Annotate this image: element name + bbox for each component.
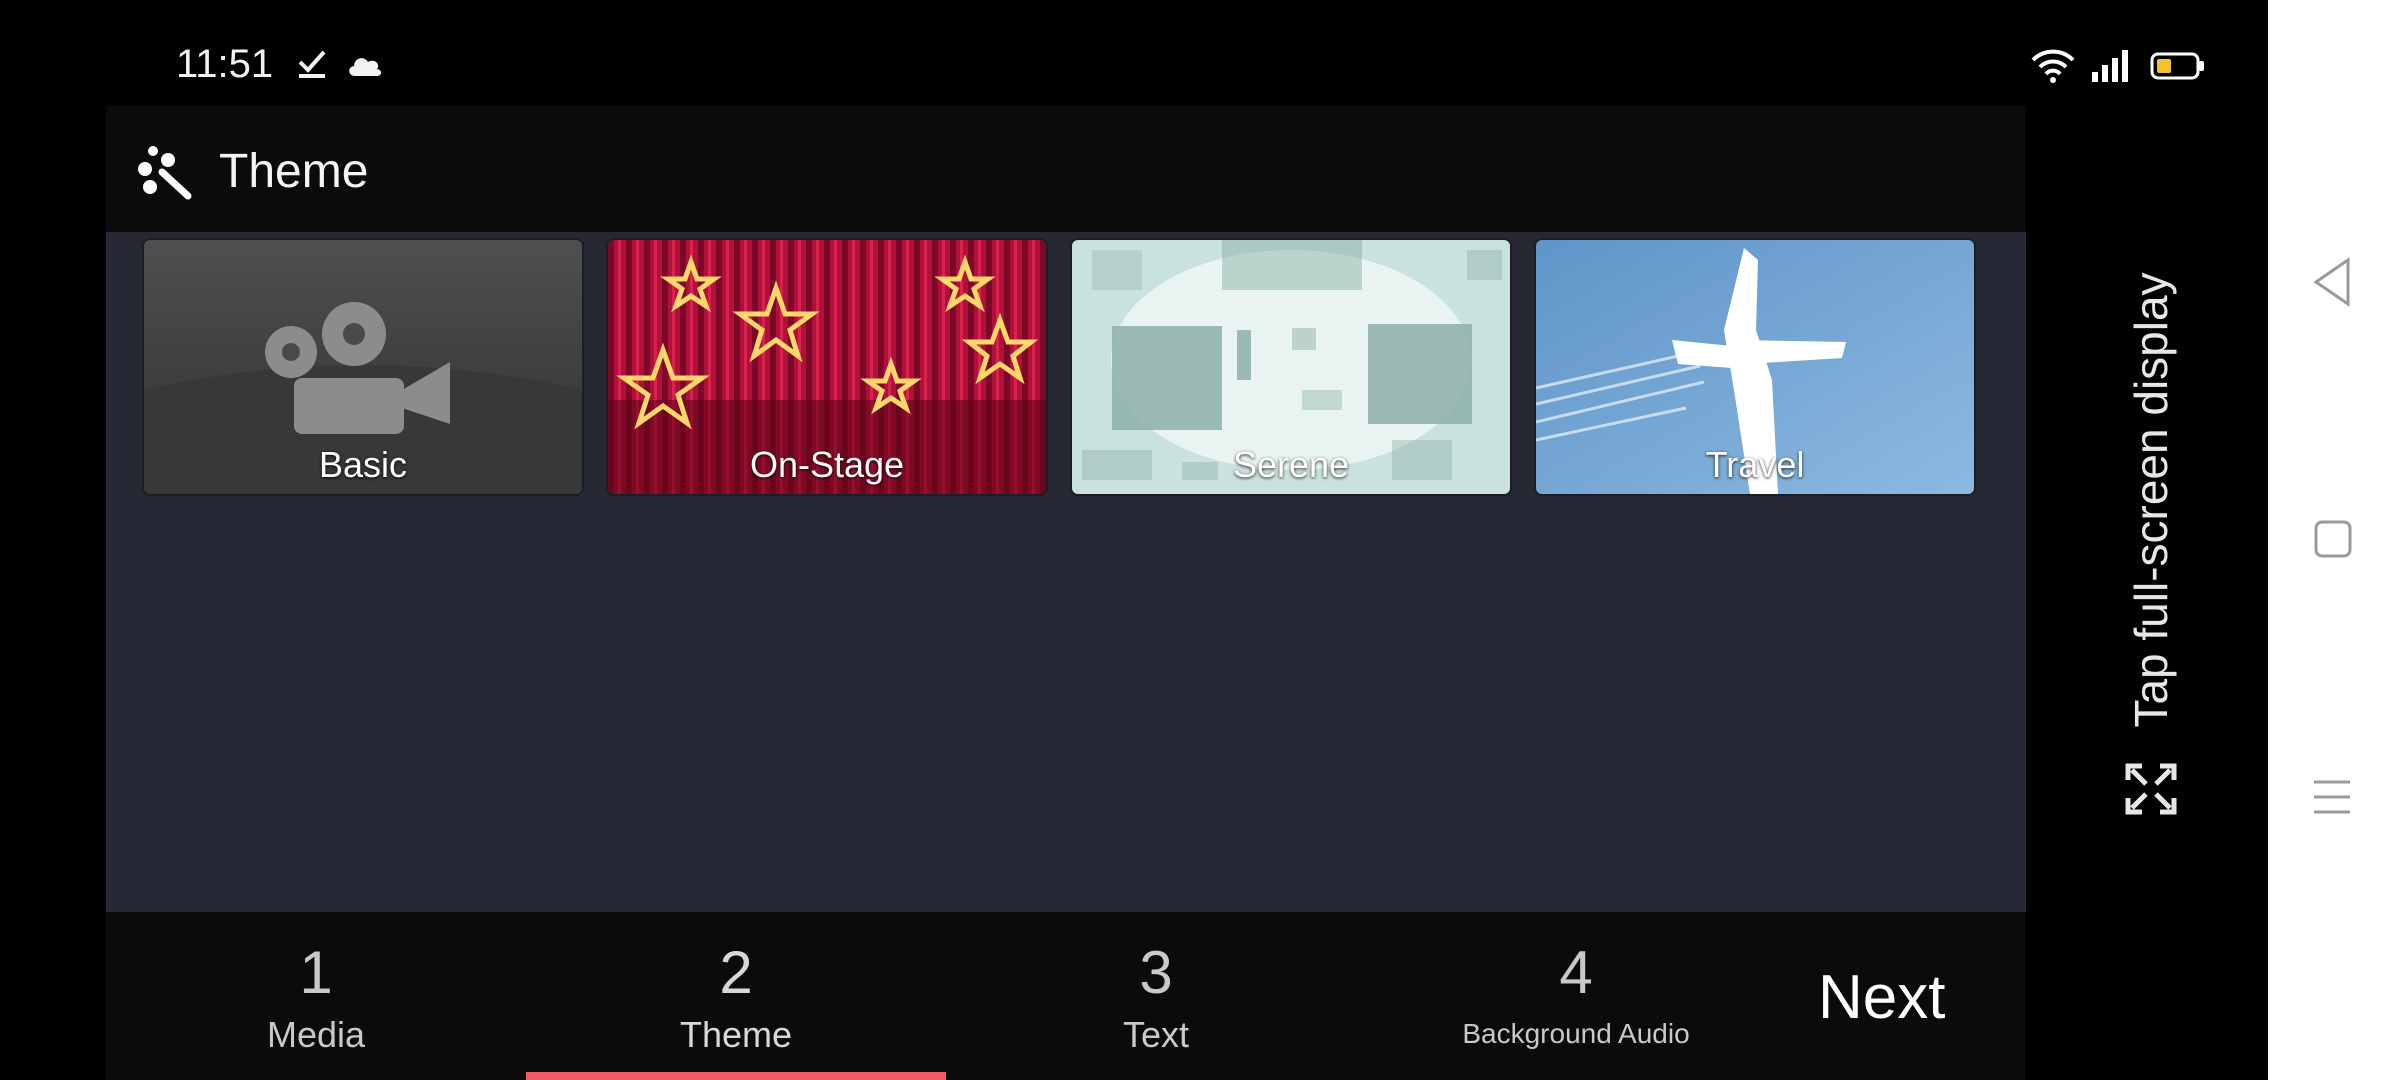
theme-label: Basic <box>318 444 408 485</box>
theme-card-on-stage[interactable]: On-Stage <box>608 240 1046 494</box>
step-number: 3 <box>1139 939 1173 1006</box>
expand-icon <box>2124 762 2178 821</box>
cloud-icon <box>346 52 384 83</box>
step-navigation: 1 Media 2 Theme 3 Text 4 Background Audi… <box>106 912 2026 1080</box>
magic-wand-icon <box>136 144 192 205</box>
theme-screen: Theme Basic On-Stage Serene Travel 1 Med… <box>106 106 2026 1080</box>
step-media[interactable]: 1 Media <box>106 912 526 1080</box>
home-icon[interactable] <box>2314 520 2352 563</box>
check-icon <box>296 46 330 85</box>
step-number: 2 <box>719 939 753 1006</box>
theme-label: Serene <box>1232 444 1350 485</box>
fullscreen-hint-text: Tap full-screen display <box>2125 272 2177 728</box>
active-step-indicator <box>526 1072 946 1080</box>
theme-label: On-Stage <box>749 444 905 485</box>
step-label: Text <box>1122 1014 1190 1055</box>
step-label: Background Audio <box>1462 1018 1690 1049</box>
step-label: Theme <box>679 1014 793 1055</box>
app-header: Theme <box>106 106 2026 232</box>
step-background-audio[interactable]: 4 Background Audio <box>1366 912 1786 1080</box>
theme-label: Travel <box>1705 444 1805 485</box>
page-title: Theme <box>219 145 369 198</box>
system-navigation <box>2268 0 2400 1080</box>
step-theme[interactable]: 2 Theme <box>526 912 946 1080</box>
status-bar: 11:51 <box>0 0 2268 106</box>
step-label: Media <box>266 1014 366 1055</box>
status-time: 11:51 <box>176 42 274 86</box>
step-number: 4 <box>1559 939 1593 1006</box>
step-text[interactable]: 3 Text <box>946 912 1366 1080</box>
wifi-icon <box>2030 48 2076 89</box>
fullscreen-toggle[interactable]: Tap full-screen display <box>2106 260 2196 820</box>
battery-icon <box>2150 52 2206 85</box>
menu-icon[interactable] <box>2312 778 2352 821</box>
theme-card-travel[interactable]: Travel <box>1536 240 1974 494</box>
signal-icon <box>2090 50 2132 87</box>
step-number: 1 <box>299 939 333 1006</box>
theme-card-basic[interactable]: Basic <box>144 240 582 494</box>
theme-card-serene[interactable]: Serene <box>1072 240 1510 494</box>
next-button[interactable]: Next <box>1818 962 1945 1033</box>
back-icon[interactable] <box>2312 256 2352 313</box>
